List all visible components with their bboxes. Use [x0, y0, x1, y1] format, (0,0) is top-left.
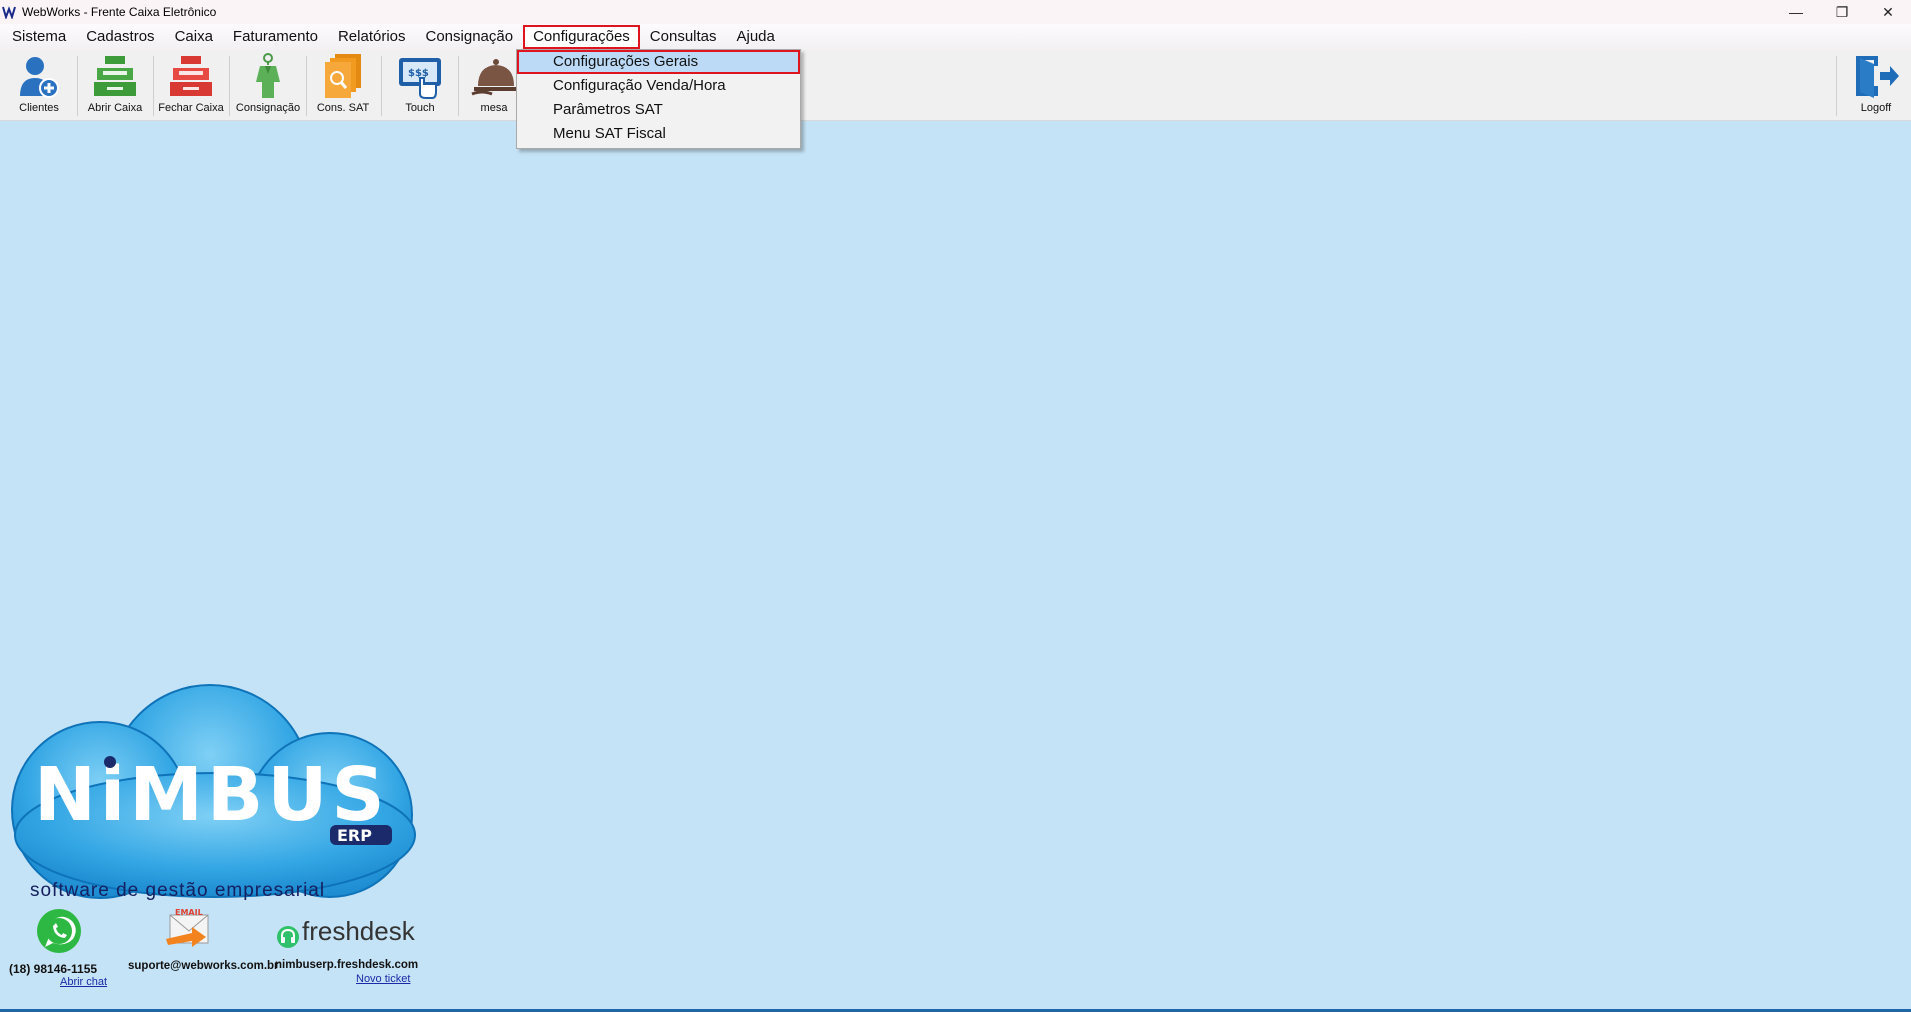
mesa-button[interactable]: mesa — [466, 52, 522, 118]
menu-ajuda[interactable]: Ajuda — [727, 25, 785, 49]
cons-sat-label: Cons. SAT — [316, 102, 370, 114]
freshdesk-headset-icon — [277, 926, 299, 948]
cons-sat-button[interactable]: Cons. SAT — [312, 52, 374, 118]
menu-cadastros[interactable]: Cadastros — [76, 25, 164, 49]
tagline: software de gestão empresarial — [30, 880, 326, 901]
toolbar-separator — [458, 56, 459, 116]
logoff-button[interactable]: Logoff — [1850, 52, 1902, 118]
menu-item-parametros-sat[interactable]: Parâmetros SAT — [517, 98, 800, 122]
menu-item-configuracao-venda-hora[interactable]: Configuração Venda/Hora — [517, 74, 800, 98]
toolbar-separator — [77, 56, 78, 116]
menu-consultas[interactable]: Consultas — [640, 25, 727, 49]
restore-button[interactable]: ❐ — [1819, 0, 1865, 24]
menu-bar: Sistema Cadastros Caixa Faturamento Rela… — [0, 24, 1911, 50]
abrir-caixa-button[interactable]: Abrir Caixa — [84, 52, 146, 118]
clothes-hanger-icon — [256, 53, 280, 98]
erp-badge-text: ERP — [337, 826, 372, 845]
menu-caixa[interactable]: Caixa — [165, 25, 223, 49]
toolbar-separator — [381, 56, 382, 116]
fechar-caixa-label: Fechar Caixa — [158, 102, 224, 114]
abrir-chat-link[interactable]: Abrir chat — [60, 976, 107, 988]
configuracoes-dropdown: Configurações Gerais Configuração Venda/… — [516, 49, 801, 149]
document-search-icon — [325, 54, 361, 98]
consignacao-label: Consignação — [235, 102, 301, 114]
mesa-label: mesa — [480, 102, 508, 114]
menu-sistema[interactable]: Sistema — [2, 25, 76, 49]
touch-money-icon: $$$ — [399, 58, 441, 99]
menu-faturamento[interactable]: Faturamento — [223, 25, 328, 49]
novo-ticket-link[interactable]: Novo ticket — [356, 973, 410, 985]
cash-register-red-icon — [170, 56, 212, 96]
toolbar-separator — [1836, 56, 1837, 116]
nimbus-logo-area: NiMBUS ERP software de gestão empresaria… — [0, 675, 430, 1010]
menu-relatorios[interactable]: Relatórios — [328, 25, 416, 49]
minimize-button[interactable]: — — [1773, 0, 1819, 24]
app-logo-icon — [2, 6, 16, 19]
title-bar: WebWorks - Frente Caixa Eletrônico — ❐ ✕ — [0, 0, 1911, 24]
food-cloche-icon — [471, 59, 518, 96]
menu-consignacao[interactable]: Consignação — [416, 25, 524, 49]
consignacao-button[interactable]: Consignação — [233, 52, 303, 118]
toolbar-separator — [229, 56, 230, 116]
whatsapp-phone: (18) 98146-1155 — [9, 962, 98, 976]
clientes-label: Clientes — [19, 102, 59, 114]
menu-item-menu-sat-fiscal[interactable]: Menu SAT Fiscal — [517, 122, 800, 146]
user-add-icon — [20, 57, 59, 98]
toolbar: Clientes Abrir Caixa Fechar Caixa Consig… — [0, 50, 1911, 121]
clientes-button[interactable]: Clientes — [13, 52, 65, 118]
email-envelope-icon: EMAIL — [166, 908, 209, 947]
fechar-caixa-button[interactable]: Fechar Caixa — [157, 52, 225, 118]
menu-configuracoes[interactable]: Configurações — [523, 25, 640, 49]
toolbar-separator — [306, 56, 307, 116]
toolbar-separator — [153, 56, 154, 116]
menu-item-configuracoes-gerais[interactable]: Configurações Gerais — [517, 50, 800, 74]
touch-label: Touch — [405, 102, 435, 114]
cash-register-green-icon — [94, 56, 136, 96]
nimbus-cloud-logo: NiMBUS ERP — [11, 684, 416, 899]
touch-button[interactable]: $$$ Touch — [389, 52, 451, 118]
email-badge-text: EMAIL — [175, 908, 203, 917]
window-title: WebWorks - Frente Caixa Eletrônico — [22, 5, 217, 19]
freshdesk-url: nimbuserp.freshdesk.com — [275, 959, 419, 971]
logoff-label: Logoff — [1860, 102, 1892, 114]
abrir-caixa-label: Abrir Caixa — [87, 102, 143, 114]
whatsapp-icon — [37, 909, 81, 953]
freshdesk-brand: freshdesk — [302, 916, 415, 946]
logoff-door-icon — [1856, 56, 1899, 98]
svg-text:$$$: $$$ — [408, 68, 429, 79]
support-email: suporte@webworks.com.br — [128, 960, 279, 972]
close-button[interactable]: ✕ — [1865, 0, 1911, 24]
